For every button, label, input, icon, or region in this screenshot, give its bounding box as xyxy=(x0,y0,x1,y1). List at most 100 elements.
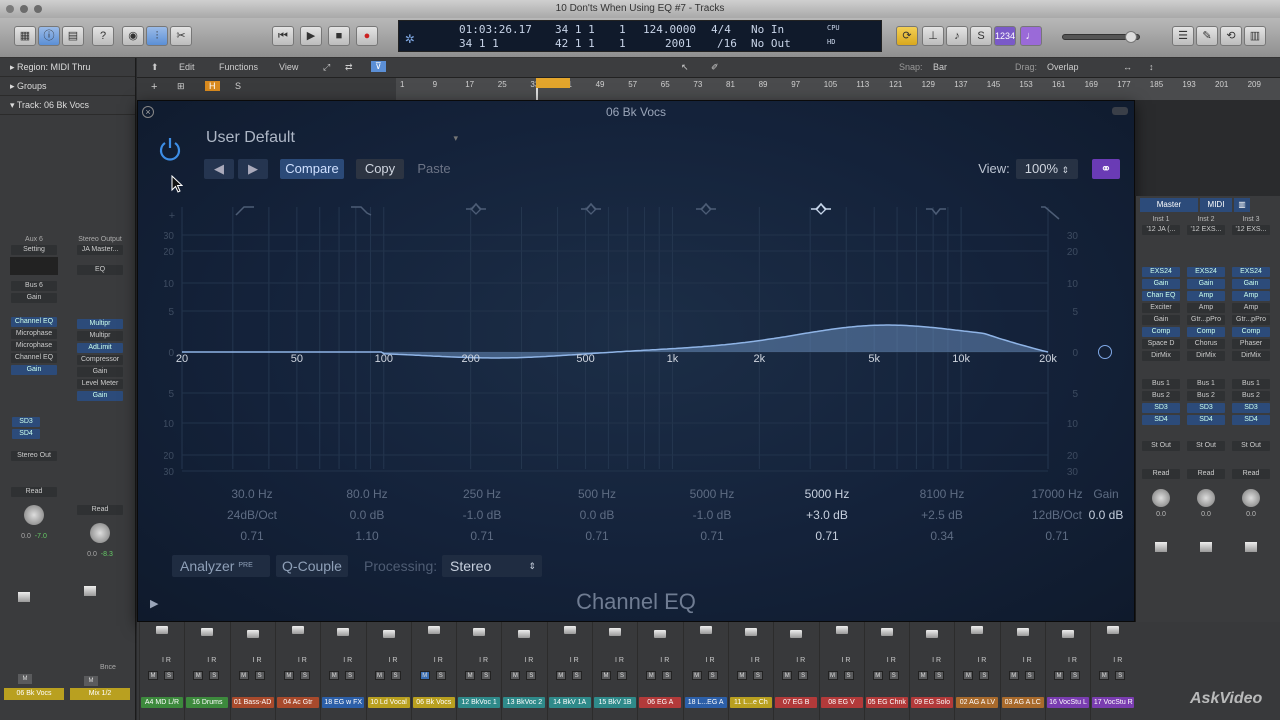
strip-plugin-slot[interactable]: Chan EQ xyxy=(1142,291,1180,301)
mute-button[interactable]: M xyxy=(193,671,204,680)
functions-menu[interactable]: Functions xyxy=(219,62,258,72)
band-6-gain[interactable]: +3.0 dB xyxy=(767,508,887,522)
solo-button[interactable]: S xyxy=(209,671,220,680)
strip1-fader[interactable] xyxy=(18,592,30,602)
minimize-window-button[interactable] xyxy=(20,5,28,13)
cycle-icon[interactable]: ⟳ xyxy=(896,26,918,46)
strip-send[interactable]: SD4 xyxy=(1232,415,1270,425)
stop-button[interactable]: ■ xyxy=(328,26,350,46)
strip1-send-1[interactable]: SD3 xyxy=(12,417,40,427)
mute-button[interactable]: M xyxy=(555,671,566,680)
solo-button[interactable]: S xyxy=(617,671,627,680)
flex-icon[interactable]: ⇄ xyxy=(345,62,353,73)
channel-fader[interactable] xyxy=(201,628,214,636)
input-monitor-button[interactable]: I xyxy=(207,657,209,664)
zoom-window-button[interactable] xyxy=(34,5,42,13)
strip-send[interactable]: Bus 1 xyxy=(1232,379,1270,389)
strip-send[interactable]: Bus 1 xyxy=(1142,379,1180,389)
record-enable-button[interactable]: R xyxy=(392,657,397,664)
processing-select[interactable]: Stereo ⇕ xyxy=(442,555,542,577)
up-arrow-icon[interactable]: ⬆ xyxy=(151,62,159,73)
input-record-buttons[interactable]: I R xyxy=(1068,657,1077,664)
metronome-icon[interactable]: ♩ xyxy=(1020,26,1042,46)
input-monitor-button[interactable]: I xyxy=(389,657,391,664)
resize-handle-icon[interactable] xyxy=(1112,107,1128,115)
channel-fader[interactable] xyxy=(790,630,803,638)
record-enable-button[interactable]: R xyxy=(845,657,850,664)
band-7-gain[interactable]: +2.5 dB xyxy=(882,508,1002,522)
mute-button[interactable]: M xyxy=(465,671,476,680)
strip-patch[interactable]: '12 JA (... xyxy=(1142,225,1180,235)
mute-button[interactable]: M xyxy=(827,671,838,680)
browser-icon[interactable]: ▥ xyxy=(1244,26,1266,46)
channel-fader[interactable] xyxy=(337,628,350,636)
strip2-slot-6[interactable]: Level Meter xyxy=(77,379,123,389)
channel-name[interactable]: 07 EG B xyxy=(775,697,818,708)
hide-button[interactable]: H xyxy=(205,81,220,91)
channel-fader[interactable] xyxy=(156,626,168,634)
strip1-slot-4[interactable]: Channel EQ xyxy=(11,353,57,363)
solo-button[interactable]: S xyxy=(1115,671,1126,680)
strip-fader[interactable] xyxy=(1245,542,1257,552)
strip-plugin-slot[interactable]: DirMix xyxy=(1187,351,1225,361)
play-button[interactable]: ▶ xyxy=(300,26,322,46)
input-record-buttons[interactable]: I R xyxy=(796,657,805,664)
band-8-toggle-icon[interactable] xyxy=(1041,206,1060,220)
close-window-button[interactable] xyxy=(6,5,14,13)
band-6-toggle-icon[interactable] xyxy=(811,202,831,215)
record-enable-button[interactable]: R xyxy=(257,657,262,664)
input-monitor-button[interactable]: I xyxy=(298,657,300,664)
record-enable-button[interactable]: R xyxy=(981,657,986,664)
strip1-eq-thumbnail[interactable] xyxy=(10,257,58,275)
strip-output[interactable]: St Out xyxy=(1232,441,1270,451)
compare-button[interactable]: Compare xyxy=(280,159,344,179)
channel-name[interactable]: 06 Bk Vocs xyxy=(412,697,455,708)
channel-fader[interactable] xyxy=(246,630,259,638)
band-5-gain[interactable]: -1.0 dB xyxy=(652,508,772,522)
input-monitor-button[interactable]: I xyxy=(1113,657,1115,664)
master-tab[interactable]: Master xyxy=(1140,198,1198,212)
solo-button[interactable]: S xyxy=(345,671,356,680)
channel-name[interactable]: 18 L...EG A xyxy=(684,697,727,708)
strip2-pan-knob[interactable] xyxy=(90,523,110,543)
input-record-buttons[interactable]: I R xyxy=(1113,657,1122,664)
record-button[interactable]: ● xyxy=(356,26,378,46)
strip1-output[interactable]: Stereo Out xyxy=(11,451,57,461)
channel-fader[interactable] xyxy=(291,626,304,634)
mute-button[interactable]: M xyxy=(1008,671,1019,680)
quick-help-icon[interactable]: ? xyxy=(92,26,114,46)
strip-pan-knob[interactable] xyxy=(1197,489,1215,507)
strip1-setting[interactable]: Setting xyxy=(11,245,57,255)
strip-plugin-slot[interactable]: Gtr...pPro xyxy=(1187,315,1225,325)
strip-plugin-slot[interactable]: Exciter xyxy=(1142,303,1180,313)
record-enable-button[interactable]: R xyxy=(1072,657,1077,664)
solo-button[interactable]: S xyxy=(1024,671,1035,680)
strip-output[interactable]: St Out xyxy=(1187,441,1225,451)
strip-plugin-slot[interactable]: Gain xyxy=(1142,315,1180,325)
band-4-q[interactable]: 0.71 xyxy=(537,529,657,543)
channel-fader[interactable] xyxy=(654,630,667,638)
record-enable-button[interactable]: R xyxy=(619,657,624,664)
input-monitor-button[interactable]: I xyxy=(524,657,526,664)
band-2-gain[interactable]: 0.0 dB xyxy=(307,508,427,522)
input-monitor-button[interactable]: I xyxy=(660,657,662,664)
strip2-slot-5[interactable]: Gain xyxy=(77,367,123,377)
channel-fader[interactable] xyxy=(563,626,576,634)
band-7-freq[interactable]: 8100 Hz xyxy=(882,487,1002,501)
strip-pan-knob[interactable] xyxy=(1242,489,1260,507)
strip-send[interactable]: Bus 2 xyxy=(1142,391,1180,401)
record-enable-button[interactable]: R xyxy=(211,657,216,664)
channel-name[interactable]: 03 AG A LC xyxy=(1001,697,1044,708)
zoom-horizontal-icon[interactable]: ↔ xyxy=(1123,62,1132,72)
loop-browser-icon[interactable]: ⟲ xyxy=(1220,26,1242,46)
mute-button[interactable]: M xyxy=(283,671,294,680)
band-2-toggle-icon[interactable] xyxy=(351,206,372,216)
input-record-buttons[interactable]: I R xyxy=(570,657,579,664)
strip1-slot-2[interactable]: Microphase xyxy=(11,329,57,339)
channel-name[interactable]: 06 EG A xyxy=(639,697,682,708)
strip1-automation[interactable]: Read xyxy=(11,487,57,497)
channel-name[interactable]: 15 BkV 1B xyxy=(594,697,636,708)
channel-fader[interactable] xyxy=(382,630,395,638)
solo-button[interactable]: S xyxy=(435,671,446,680)
record-enable-button[interactable]: R xyxy=(664,657,669,664)
